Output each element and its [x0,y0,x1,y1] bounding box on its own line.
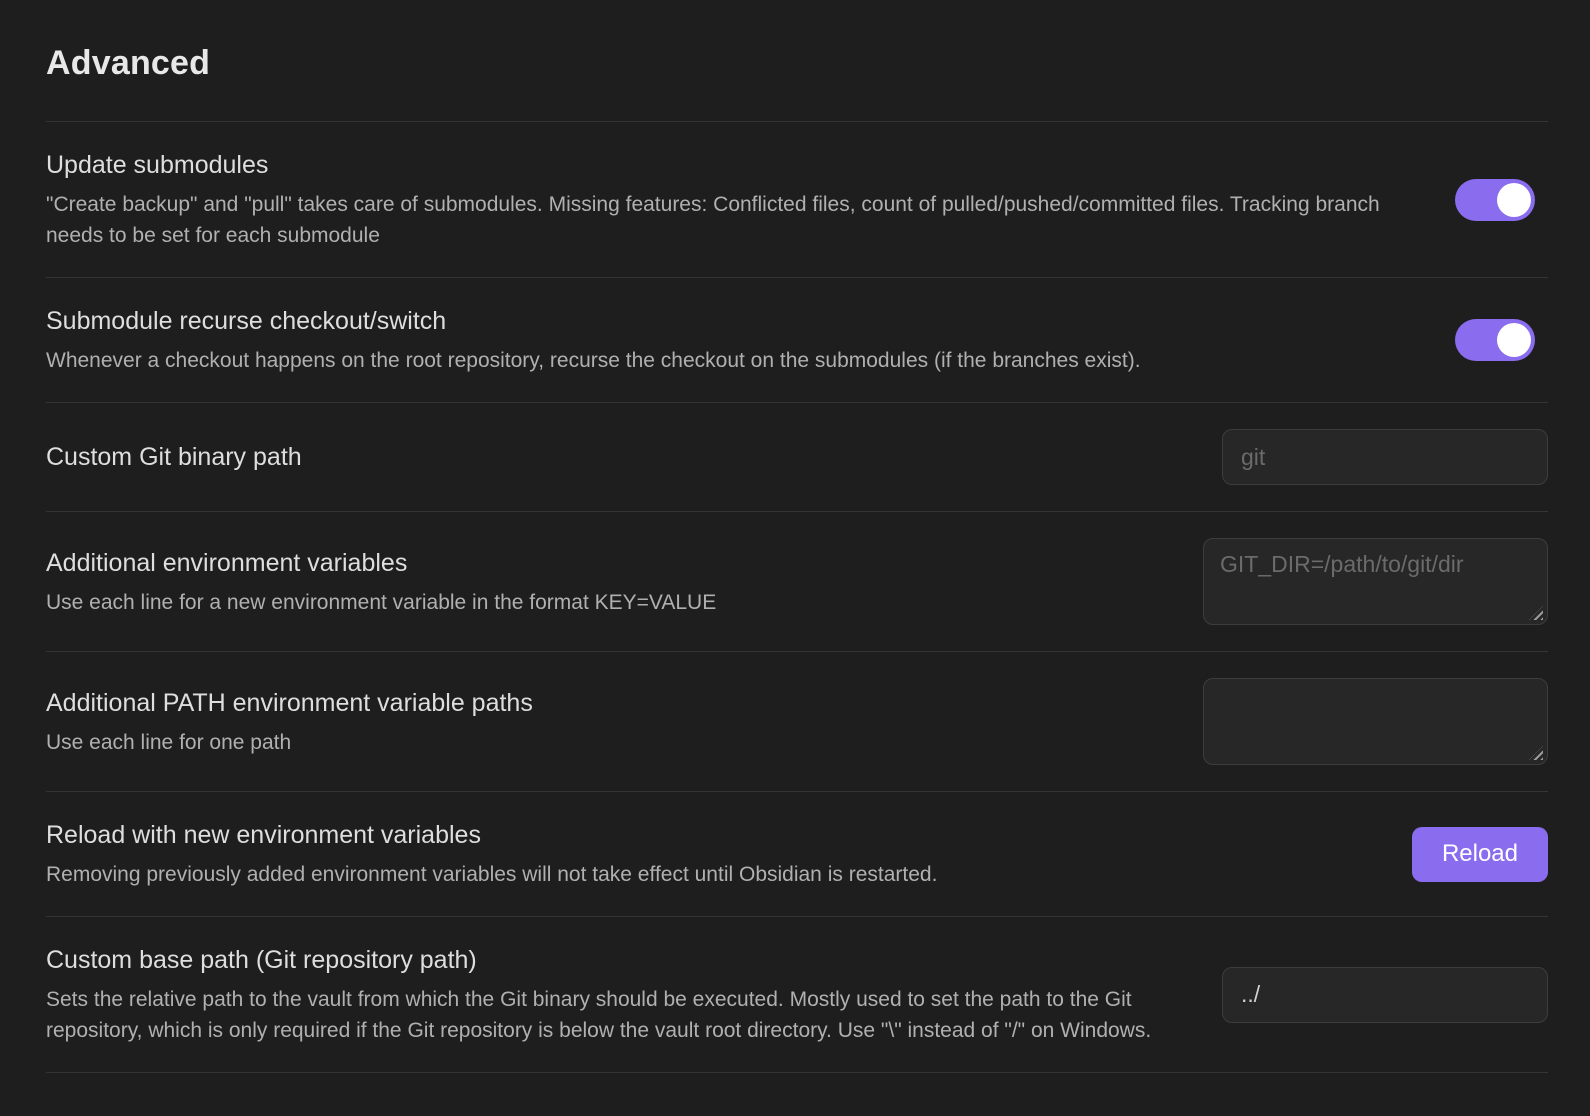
path-env-variables-textarea[interactable] [1203,678,1548,765]
setting-info: Custom Git binary path [46,440,1198,474]
page-title: Advanced [46,0,1548,121]
setting-row-git-binary-path: Custom Git binary path [46,403,1548,512]
setting-control [1222,967,1548,1023]
setting-name: Submodule recurse checkout/switch [46,304,1431,338]
setting-name: Additional PATH environment variable pat… [46,686,1179,720]
setting-description: "Create backup" and "pull" takes care of… [46,189,1431,251]
textarea-wrap [1203,538,1548,625]
toggle-knob [1497,183,1531,217]
setting-control [1222,429,1548,485]
setting-row-path-env-variables: Additional PATH environment variable pat… [46,652,1548,792]
toggle-knob [1497,323,1531,357]
setting-control [1203,678,1548,765]
setting-info: Submodule recurse checkout/switch Whenev… [46,304,1431,376]
setting-row-submodule-recurse: Submodule recurse checkout/switch Whenev… [46,278,1548,403]
setting-row-update-submodules: Update submodules "Create backup" and "p… [46,122,1548,278]
setting-info: Update submodules "Create backup" and "p… [46,148,1431,251]
setting-name: Custom base path (Git repository path) [46,943,1198,977]
settings-page: Advanced Update submodules "Create backu… [0,0,1590,1073]
setting-name: Update submodules [46,148,1431,182]
setting-info: Additional PATH environment variable pat… [46,686,1179,758]
settings-list: Update submodules "Create backup" and "p… [46,121,1548,1073]
setting-description: Whenever a checkout happens on the root … [46,345,1431,376]
setting-row-reload-env: Reload with new environment variables Re… [46,792,1548,917]
setting-info: Additional environment variables Use eac… [46,546,1179,618]
setting-name: Additional environment variables [46,546,1179,580]
setting-info: Reload with new environment variables Re… [46,818,1388,890]
setting-row-custom-base-path: Custom base path (Git repository path) S… [46,917,1548,1073]
setting-name: Reload with new environment variables [46,818,1388,852]
setting-control [1455,319,1535,361]
setting-description: Removing previously added environment va… [46,859,1388,890]
setting-row-env-variables: Additional environment variables Use eac… [46,512,1548,652]
setting-control [1455,179,1535,221]
textarea-wrap [1203,678,1548,765]
env-variables-textarea[interactable] [1203,538,1548,625]
setting-control: Reload [1412,827,1548,882]
update-submodules-toggle[interactable] [1455,179,1535,221]
submodule-recurse-toggle[interactable] [1455,319,1535,361]
setting-info: Custom base path (Git repository path) S… [46,943,1198,1046]
setting-description: Use each line for one path [46,727,1179,758]
setting-description: Use each line for a new environment vari… [46,587,1179,618]
setting-name: Custom Git binary path [46,440,1198,474]
custom-base-path-input[interactable] [1222,967,1548,1023]
reload-button[interactable]: Reload [1412,827,1548,882]
setting-description: Sets the relative path to the vault from… [46,984,1198,1046]
setting-control [1203,538,1548,625]
git-binary-path-input[interactable] [1222,429,1548,485]
